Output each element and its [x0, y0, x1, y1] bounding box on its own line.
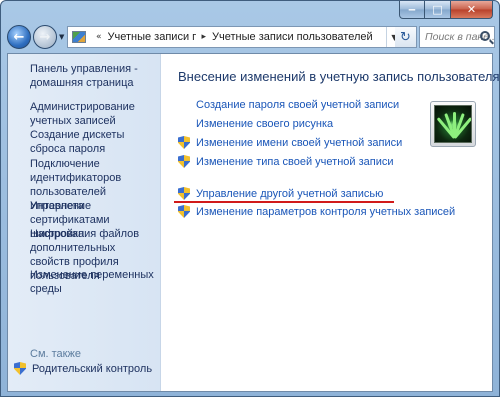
- control-panel-icon: [72, 31, 86, 43]
- forward-arrow-icon: →: [39, 29, 51, 45]
- minimize-button[interactable]: ‒: [399, 1, 425, 19]
- task-change-picture[interactable]: Изменение своего рисунка: [178, 118, 333, 130]
- title-bar: ‒ □ ✕: [1, 1, 499, 23]
- close-button[interactable]: ✕: [451, 1, 493, 19]
- task-label: Изменение типа своей учетной записи: [196, 155, 394, 168]
- sidebar-link-password-reset-disk[interactable]: Создание дискеты сброса пароля: [30, 128, 158, 156]
- forward-button[interactable]: →: [33, 25, 57, 49]
- uac-shield-icon: [178, 155, 190, 168]
- task-uac-settings[interactable]: Изменение параметров контроля учетных за…: [178, 205, 455, 218]
- task-label: Изменение своего рисунка: [196, 118, 334, 130]
- back-arrow-icon: ←: [13, 29, 25, 45]
- task-label: Создание пароля своей учетной записи: [196, 99, 400, 111]
- task-create-password[interactable]: Создание пароля своей учетной записи: [178, 99, 399, 111]
- parental-controls-label: Родительский контроль: [32, 362, 153, 375]
- task-label: Изменение параметров контроля учетных за…: [196, 205, 456, 218]
- user-picture-image: [434, 105, 472, 143]
- task-label: Изменение имени своей учетной записи: [196, 136, 403, 149]
- address-bar[interactable]: « Учетные записи пол... ▸ Учетные записи…: [67, 26, 403, 48]
- navigation-bar: ← → ▼ « Учетные записи пол... ▸ Учетные …: [5, 23, 495, 51]
- maximize-button[interactable]: □: [425, 1, 451, 19]
- back-button[interactable]: ←: [7, 25, 31, 49]
- task-label: Управление другой учетной записью: [196, 187, 384, 200]
- task-change-account-type[interactable]: Изменение типа своей учетной записи: [178, 155, 394, 168]
- recent-pages-chevron-icon[interactable]: ▼: [59, 33, 64, 41]
- page-title: Внесение изменений в учетную запись поль…: [178, 69, 500, 84]
- refresh-icon: ↻: [400, 29, 411, 45]
- sidebar-link-control-panel-home[interactable]: Панель управления - домашняя страница: [30, 62, 158, 90]
- uac-shield-icon: [178, 136, 190, 149]
- client-area: Панель управления - домашняя страница Ад…: [7, 53, 500, 392]
- task-change-name[interactable]: Изменение имени своей учетной записи: [178, 136, 402, 149]
- main-content: Внесение изменений в учетную запись поль…: [162, 54, 500, 391]
- minimize-icon: ‒: [408, 3, 416, 16]
- explorer-window: ‒ □ ✕ ← → ▼ « Учетные записи пол... ▸ Уч…: [0, 0, 500, 397]
- task-pane: Панель управления - домашняя страница Ад…: [8, 54, 161, 391]
- breadcrumb-chevron-icon[interactable]: «: [96, 32, 102, 42]
- maximize-icon: □: [432, 3, 443, 16]
- refresh-button[interactable]: ↻: [395, 26, 417, 48]
- breadcrumb-separator-icon[interactable]: ▸: [202, 32, 207, 42]
- breadcrumb-user-accounts[interactable]: Учетные записи пользователей: [212, 31, 373, 43]
- uac-shield-icon: [14, 362, 26, 375]
- search-icon[interactable]: [480, 31, 490, 41]
- search-input[interactable]: Поиск в пане...: [419, 26, 495, 48]
- see-also-heading: См. также: [30, 348, 81, 360]
- task-manage-another-account[interactable]: Управление другой учетной записью: [178, 187, 383, 200]
- breadcrumb-user-accounts-parent[interactable]: Учетные записи пол...: [108, 31, 196, 43]
- sidebar-link-parental-controls[interactable]: Родительский контроль: [14, 362, 152, 375]
- close-icon: ✕: [466, 3, 477, 16]
- caption-buttons: ‒ □ ✕: [399, 1, 493, 19]
- uac-shield-icon: [178, 187, 190, 200]
- uac-shield-icon: [178, 205, 190, 218]
- user-account-picture[interactable]: [430, 101, 476, 147]
- highlight-underline: [174, 201, 394, 203]
- sidebar-link-manage-accounts[interactable]: Администрирование учетных записей: [30, 100, 158, 128]
- sidebar-link-environment-variables[interactable]: Изменение переменных среды: [30, 268, 158, 296]
